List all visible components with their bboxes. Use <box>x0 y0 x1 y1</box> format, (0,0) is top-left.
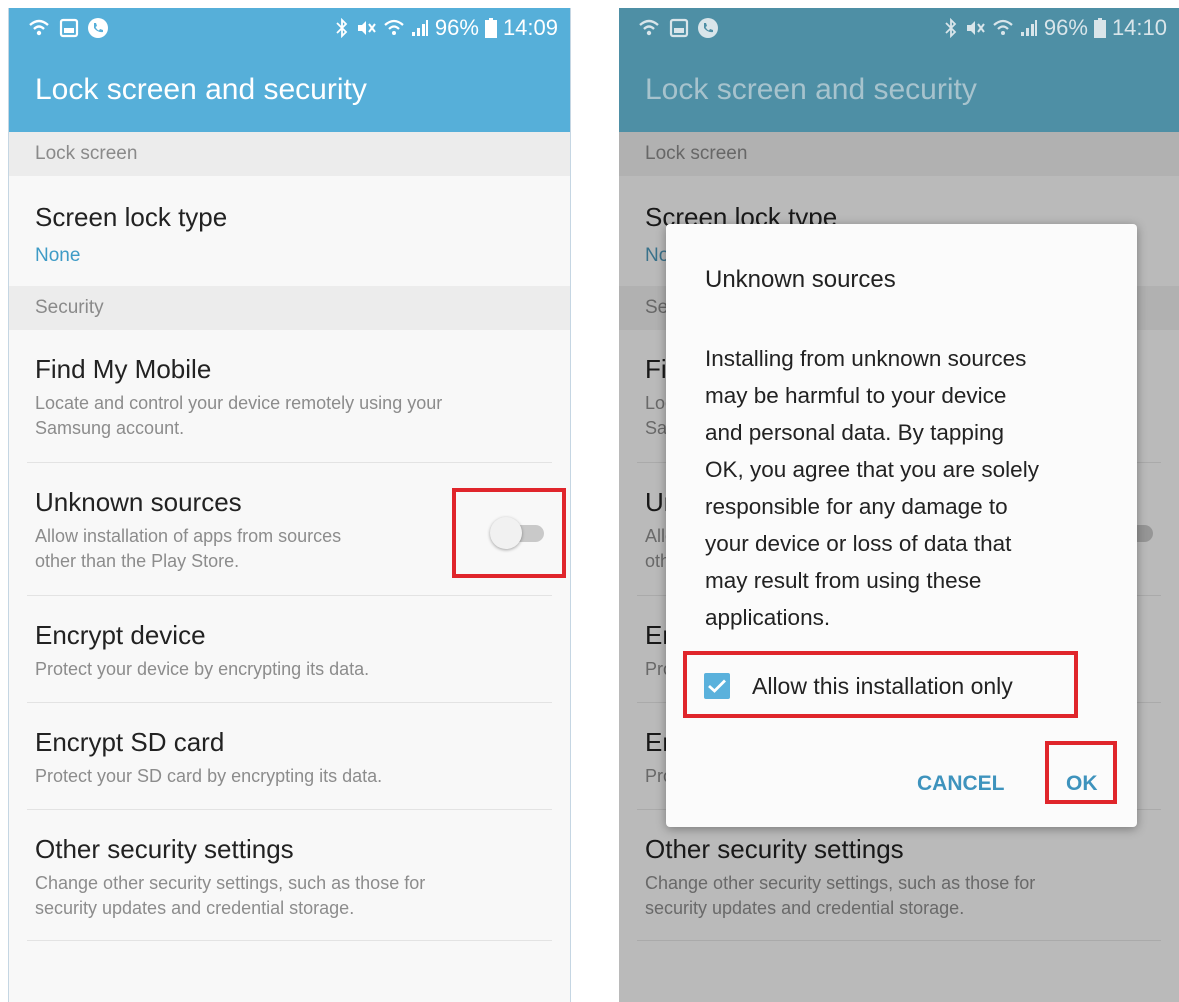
setting-encrypt-device[interactable]: Encrypt device Protect your device by en… <box>9 596 570 702</box>
dialog-message-line: and personal data. By tapping <box>705 420 1004 445</box>
mute-icon <box>355 18 377 38</box>
dialog-title: Unknown sources <box>705 266 896 293</box>
ok-highlight-box <box>1045 741 1117 804</box>
setting-subtitle: Samsung account. <box>35 418 185 438</box>
dialog-message-line: your device or loss of data that <box>705 531 1012 556</box>
setting-encrypt-sd-card[interactable]: Encrypt SD card Protect your SD card by … <box>9 703 570 809</box>
mute-icon <box>964 18 986 38</box>
gallery-icon <box>669 18 689 38</box>
wifi-call-icon <box>637 18 661 38</box>
section-header-security: Security <box>9 286 570 330</box>
battery-icon <box>484 18 497 38</box>
page-title: Lock screen and security <box>619 48 1179 132</box>
setting-title: Screen lock type <box>35 202 228 232</box>
wifi-icon <box>992 19 1014 37</box>
signal-icon <box>1020 19 1038 37</box>
wifi-icon <box>383 19 405 37</box>
battery-percent: 96% <box>1043 15 1088 40</box>
bluetooth-icon <box>944 18 958 38</box>
setting-subtitle: Locate and control your device remotely … <box>35 393 443 413</box>
setting-title: Other security settings <box>35 834 294 864</box>
checkbox-highlight-box <box>683 651 1078 718</box>
clock: 14:09 <box>502 15 558 40</box>
status-bar: 96% 14:10 <box>619 8 1179 48</box>
setting-subtitle: Protect your device by encrypting its da… <box>35 659 370 679</box>
setting-subtitle: Protect your SD card by encrypting its d… <box>35 766 383 786</box>
dialog-message-line: applications. <box>705 605 831 630</box>
signal-icon <box>411 19 429 37</box>
dialog-message-line: responsible for any damage to <box>705 494 1008 519</box>
setting-other-security[interactable]: Other security settings Change other sec… <box>9 810 570 940</box>
divider <box>27 940 552 941</box>
wifi-call-icon <box>27 18 51 38</box>
phone-call-icon <box>697 17 719 39</box>
battery-percent: 96% <box>434 15 479 40</box>
dialog-message-line: may result from using these <box>705 568 982 593</box>
setting-title: Encrypt SD card <box>35 727 225 757</box>
toggle-highlight-box <box>452 488 566 578</box>
setting-find-my-mobile[interactable]: Find My Mobile Locate and control your d… <box>9 330 570 462</box>
setting-screen-lock-type[interactable]: Screen lock type None <box>9 176 570 286</box>
unknown-sources-dialog: Unknown sources Installing from unknown … <box>666 224 1137 827</box>
setting-title: Find My Mobile <box>35 354 212 384</box>
dialog-message: Installing from unknown sources may be h… <box>705 340 1105 636</box>
setting-subtitle: security updates and credential storage. <box>35 898 355 918</box>
bluetooth-icon <box>335 18 349 38</box>
page-title: Lock screen and security <box>9 48 570 132</box>
settings-screen-with-dialog: 96% 14:10 Lock screen and security Lock … <box>619 8 1179 1002</box>
status-bar: 96% 14:09 <box>9 8 570 48</box>
battery-icon <box>1093 18 1106 38</box>
dialog-message-line: may be harmful to your device <box>705 383 1007 408</box>
gallery-icon <box>59 18 79 38</box>
clock: 14:10 <box>1111 15 1167 40</box>
setting-subtitle: Change other security settings, such as … <box>35 873 426 893</box>
cancel-button[interactable]: CANCEL <box>917 772 1005 796</box>
setting-value: None <box>35 245 81 266</box>
settings-screen: 96% 14:09 Lock screen and security Lock … <box>8 8 571 1002</box>
dialog-message-line: Installing from unknown sources <box>705 346 1027 371</box>
section-header-lock-screen: Lock screen <box>9 132 570 176</box>
phone-call-icon <box>87 17 109 39</box>
setting-title: Encrypt device <box>35 620 206 650</box>
dialog-message-line: OK, you agree that you are solely <box>705 457 1039 482</box>
